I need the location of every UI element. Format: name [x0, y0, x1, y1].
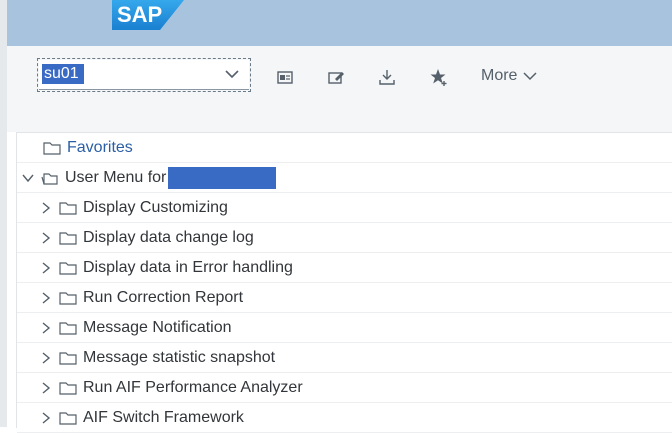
tree-node[interactable]: Run Correction Report — [17, 283, 672, 313]
tree-node-user-menu[interactable]: User Menu for — [17, 163, 672, 193]
tree-node-label: Display Customizing — [83, 198, 228, 216]
add-favorite-icon[interactable] — [430, 68, 448, 86]
tree-node-label: User Menu for — [65, 168, 167, 186]
folder-icon — [59, 231, 77, 245]
tree-node-favorites[interactable]: Favorites — [17, 133, 672, 163]
folder-icon — [59, 261, 77, 275]
tree-node-label: Run Correction Report — [83, 288, 244, 306]
toolbar: More — [7, 46, 672, 109]
menu-tree: Favorites User Menu for Display Customiz… — [16, 132, 672, 433]
tree-node[interactable]: Display Customizing — [17, 193, 672, 223]
window-frame — [0, 0, 7, 427]
shell-header: SAP — [7, 0, 672, 46]
chevron-right-icon[interactable] — [39, 381, 53, 395]
chevron-right-icon[interactable] — [39, 411, 53, 425]
tree-node[interactable]: Display data change log — [17, 223, 672, 253]
folder-icon — [59, 381, 77, 395]
tree-node-label: Display data in Error handling — [83, 258, 293, 276]
content-gap — [7, 108, 672, 132]
chevron-down-icon[interactable] — [21, 171, 35, 185]
tree-node[interactable]: Message Notification — [17, 313, 672, 343]
command-field[interactable] — [39, 60, 249, 90]
tree-node-label: Favorites — [67, 138, 133, 156]
chevron-right-icon[interactable] — [39, 351, 53, 365]
chevron-down-icon[interactable] — [224, 68, 240, 80]
tree-node-label: Message statistic snapshot — [83, 348, 276, 366]
tree-node-label: Message Notification — [83, 318, 232, 336]
chevron-right-icon[interactable] — [39, 321, 53, 335]
tree-node-label: AIF Switch Framework — [83, 408, 244, 426]
chevron-right-icon[interactable] — [39, 201, 53, 215]
folder-icon — [59, 351, 77, 365]
command-input[interactable] — [42, 64, 221, 84]
tree-node[interactable]: Message statistic snapshot — [17, 343, 672, 373]
svg-text:SAP: SAP — [117, 2, 162, 27]
folder-icon — [59, 201, 77, 215]
chevron-right-icon[interactable] — [39, 291, 53, 305]
more-label: More — [481, 67, 518, 84]
redacted-username — [168, 166, 277, 189]
folder-icon — [59, 411, 77, 425]
tree-node-label: Run AIF Performance Analyzer — [83, 378, 303, 396]
sap-gui-icon[interactable] — [276, 68, 294, 86]
tree-node[interactable]: Display data in Error handling — [17, 253, 672, 283]
sap-logo[interactable]: SAP — [112, 0, 184, 30]
chevron-down-icon — [523, 72, 537, 81]
tree-node[interactable]: Run AIF Performance Analyzer — [17, 373, 672, 403]
edit-folder-icon[interactable] — [327, 68, 345, 86]
folder-icon — [59, 321, 77, 335]
open-folder-icon — [41, 172, 58, 185]
tree-node[interactable]: AIF Switch Framework — [17, 403, 672, 433]
download-icon[interactable] — [378, 68, 396, 86]
chevron-right-icon[interactable] — [39, 231, 53, 245]
folder-icon — [59, 291, 77, 305]
more-menu-button[interactable]: More — [481, 66, 537, 86]
folder-icon — [43, 141, 61, 155]
chevron-right-icon[interactable] — [39, 261, 53, 275]
tree-node-label: Display data change log — [83, 228, 254, 246]
